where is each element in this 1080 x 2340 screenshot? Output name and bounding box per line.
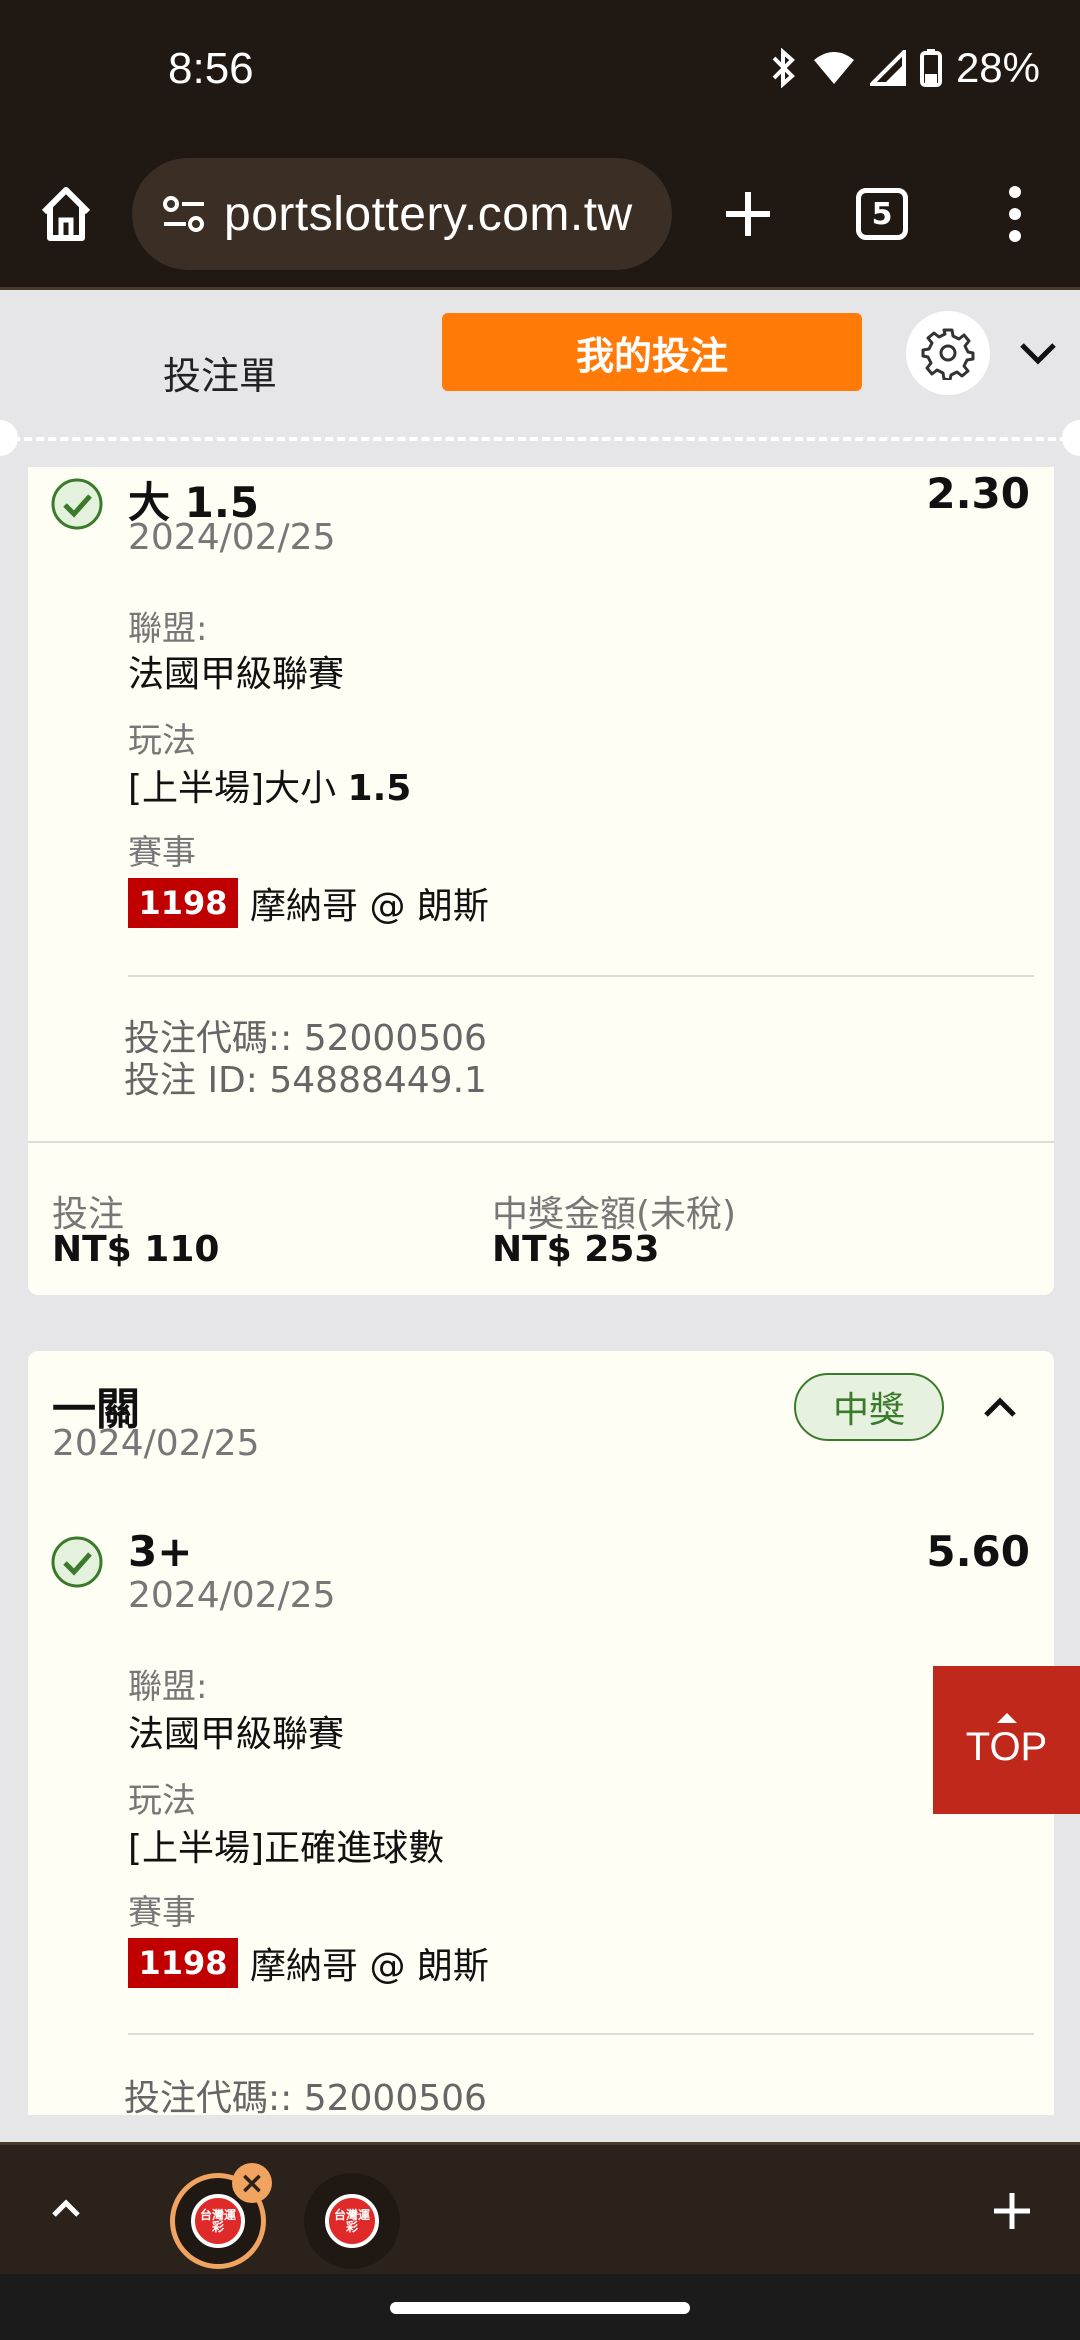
settings-button[interactable]: [906, 311, 990, 395]
divider: [28, 1141, 1054, 1143]
new-tab-button[interactable]: [990, 2189, 1034, 2233]
divider: [128, 975, 1034, 977]
divider: [128, 2033, 1034, 2035]
event-label: 賽事: [128, 1893, 196, 1933]
event-number-badge: 1198: [128, 878, 238, 928]
battery-icon: [919, 49, 942, 87]
sportslottery-logo: 台灣運彩: [191, 2194, 245, 2248]
event-name: 摩納哥 @ 朗斯: [250, 1946, 489, 1987]
more-vert-icon: [1009, 186, 1021, 242]
home-icon: [41, 187, 91, 241]
browser-tab[interactable]: 台灣運彩: [304, 2173, 400, 2269]
wifi-icon: [813, 52, 854, 84]
selection-date: 2024/02/25: [128, 517, 336, 558]
collapse-card-button[interactable]: [980, 1387, 1020, 1427]
scroll-top-label: TOP: [965, 1724, 1048, 1769]
url-text: portslottery.com.tw: [224, 187, 633, 241]
scroll-top-button[interactable]: TOP: [933, 1666, 1080, 1814]
event-label: 賽事: [128, 833, 196, 873]
market-prefix: [上半場]大小: [128, 768, 348, 809]
odds-value: 5.60: [926, 1527, 1030, 1576]
tab-betslip[interactable]: 投注單: [110, 333, 330, 411]
home-button[interactable]: [30, 178, 102, 250]
status-badge: 中獎: [794, 1373, 944, 1441]
market-value: [上半場]大小 1.5: [128, 759, 411, 811]
close-icon: ×: [239, 2165, 265, 2201]
signal-icon: [869, 50, 906, 86]
event-number-badge: 1198: [128, 1938, 238, 1988]
payout-value: NT$ 253: [492, 1229, 660, 1270]
chevron-up-icon: [984, 1397, 1016, 1417]
sportslottery-logo: 台灣運彩: [325, 2194, 379, 2248]
overflow-menu-button[interactable]: [1000, 178, 1030, 250]
system-nav-bar: [0, 2274, 1080, 2340]
url-bar[interactable]: portslottery.com.tw: [132, 158, 672, 270]
caret-up-icon: [996, 1712, 1017, 1723]
check-circle-icon: [51, 1536, 103, 1588]
browser-tab-strip: 台灣運彩 × 台灣運彩: [0, 2142, 1080, 2274]
league-label: 聯盟:: [128, 609, 208, 649]
check-circle-icon: [51, 478, 103, 530]
bet-sheet-header: 投注單 我的投注: [0, 293, 1080, 443]
bet-card: 一關 2024/02/25 中獎 3+ 5.60 2024/02/25 聯盟: …: [28, 1351, 1054, 2119]
expand-tabs-button[interactable]: [46, 2189, 86, 2229]
plus-icon: [994, 2193, 1030, 2229]
selection-title: 3+: [128, 1527, 193, 1576]
browser-toolbar: portslottery.com.tw 5: [0, 140, 1080, 290]
plus-icon: [726, 192, 770, 236]
close-tab-button[interactable]: ×: [232, 2163, 272, 2203]
odds-value: 2.30: [926, 469, 1030, 518]
tab-my-bets[interactable]: 我的投注: [442, 313, 862, 391]
collapse-sheet-button[interactable]: [1016, 333, 1060, 373]
selection-date: 2024/02/25: [128, 1575, 336, 1616]
bet-card: 大 1.5 2.30 2024/02/25 聯盟: 法國甲級聯賽 玩法 [上半場…: [28, 467, 1054, 1295]
tab-switcher-button[interactable]: 5: [856, 188, 908, 240]
status-bar: 8:56 28%: [0, 0, 1080, 140]
market-label: 玩法: [128, 1781, 196, 1821]
new-tab-button[interactable]: [712, 178, 784, 250]
bet-date: 2024/02/25: [52, 1423, 260, 1464]
market-line: 1.5: [347, 768, 412, 809]
league-label: 聯盟:: [128, 1667, 208, 1707]
bet-code: 投注代碼:: 52000506: [124, 2078, 487, 2119]
battery-percent: 28%: [955, 44, 1040, 91]
chevron-down-icon: [1020, 343, 1056, 365]
stake-value: NT$ 110: [52, 1229, 220, 1270]
market-value: [上半場]正確進球數: [128, 1828, 445, 1869]
league-value: 法國甲級聯賽: [128, 1714, 345, 1755]
status-icons: 28%: [770, 44, 1040, 92]
bluetooth-icon: [772, 48, 795, 88]
event-name: 摩納哥 @ 朗斯: [250, 886, 489, 927]
site-settings-icon[interactable]: [162, 194, 206, 234]
event-row: 1198 摩納哥 @ 朗斯: [128, 1937, 489, 1989]
ticket-dashed-divider: [0, 437, 1080, 441]
chevron-up-icon: [52, 2199, 80, 2217]
event-row: 1198 摩納哥 @ 朗斯: [128, 877, 489, 929]
home-gesture-handle[interactable]: [390, 2302, 690, 2314]
market-label: 玩法: [128, 721, 196, 761]
league-value: 法國甲級聯賽: [128, 654, 345, 695]
gear-icon: [921, 328, 975, 380]
bet-id: 投注 ID: 54888449.1: [124, 1060, 487, 1101]
status-time: 8:56: [168, 44, 254, 93]
